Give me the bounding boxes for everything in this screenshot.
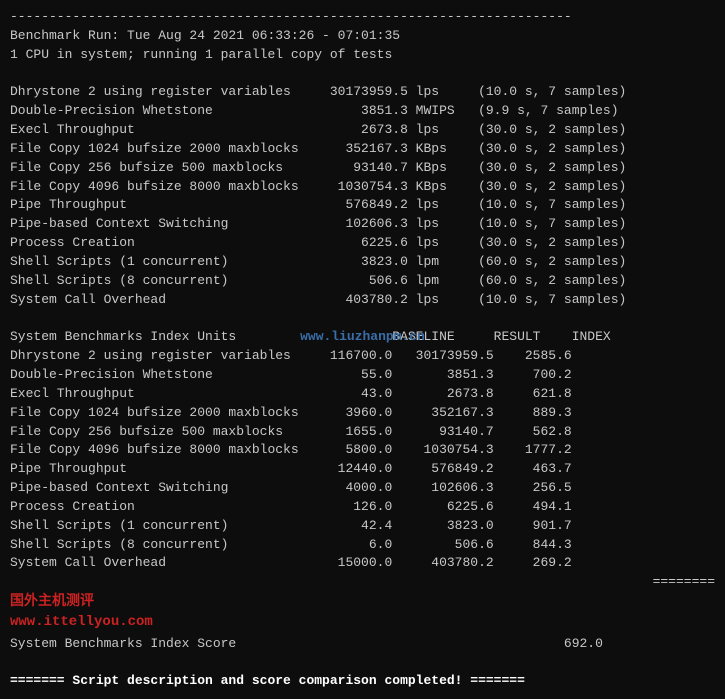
index-result-row: Execl Throughput 43.0 2673.8 621.8 bbox=[10, 385, 715, 404]
index-result-row: File Copy 1024 bufsize 2000 maxblocks 39… bbox=[10, 404, 715, 423]
index-result-row: Shell Scripts (8 concurrent) 6.0 506.6 8… bbox=[10, 536, 715, 555]
index-result-row: Process Creation 126.0 6225.6 494.1 bbox=[10, 498, 715, 517]
index-header: System Benchmarks Index Units BASELINE R… bbox=[10, 328, 715, 347]
index-results: Dhrystone 2 using register variables 116… bbox=[10, 347, 715, 573]
raw-result-row: Dhrystone 2 using register variables 301… bbox=[10, 83, 715, 102]
raw-result-row: Double-Precision Whetstone 3851.3 MWIPS … bbox=[10, 102, 715, 121]
footer: ======= Script description and score com… bbox=[10, 672, 715, 691]
raw-result-row: Pipe Throughput 576849.2 lps (10.0 s, 7 … bbox=[10, 196, 715, 215]
raw-result-row: Process Creation 6225.6 lps (30.0 s, 2 s… bbox=[10, 234, 715, 253]
cpu-info: 1 CPU in system; running 1 parallel copy… bbox=[10, 46, 715, 65]
index-result-row: System Call Overhead 15000.0 403780.2 26… bbox=[10, 554, 715, 573]
index-header-line: System Benchmarks Index Units BASELINE R… bbox=[10, 328, 715, 347]
separator-top: ----------------------------------------… bbox=[10, 8, 715, 27]
index-result-row: Dhrystone 2 using register variables 116… bbox=[10, 347, 715, 366]
equal-signs: ======== bbox=[10, 573, 715, 592]
watermark2: 国外主机测评 bbox=[10, 592, 153, 612]
index-result-row: File Copy 256 bufsize 500 maxblocks 1655… bbox=[10, 423, 715, 442]
index-result-row: Shell Scripts (1 concurrent) 42.4 3823.0… bbox=[10, 517, 715, 536]
raw-result-row: System Call Overhead 403780.2 lps (10.0 … bbox=[10, 291, 715, 310]
terminal-output: ----------------------------------------… bbox=[10, 8, 715, 691]
raw-results: Dhrystone 2 using register variables 301… bbox=[10, 83, 715, 309]
raw-result-row: File Copy 256 bufsize 500 maxblocks 9314… bbox=[10, 159, 715, 178]
raw-result-row: File Copy 1024 bufsize 2000 maxblocks 35… bbox=[10, 140, 715, 159]
index-section: System Benchmarks Index Units BASELINE R… bbox=[10, 328, 715, 573]
score-line: System Benchmarks Index Score 692.0 bbox=[10, 635, 715, 654]
index-result-row: Pipe Throughput 12440.0 576849.2 463.7 bbox=[10, 460, 715, 479]
score-row-line: System Benchmarks Index Score 692.0 bbox=[10, 635, 715, 654]
index-result-row: Double-Precision Whetstone 55.0 3851.3 7… bbox=[10, 366, 715, 385]
watermark3: www.ittellyou.com bbox=[10, 612, 153, 632]
benchmark-run: Benchmark Run: Tue Aug 24 2021 06:33:26 … bbox=[10, 27, 715, 46]
raw-result-row: File Copy 4096 bufsize 8000 maxblocks 10… bbox=[10, 178, 715, 197]
raw-result-row: Shell Scripts (1 concurrent) 3823.0 lpm … bbox=[10, 253, 715, 272]
raw-result-row: Pipe-based Context Switching 102606.3 lp… bbox=[10, 215, 715, 234]
score-section: 国外主机测评 www.ittellyou.com bbox=[10, 592, 715, 633]
index-result-row: File Copy 4096 bufsize 8000 maxblocks 58… bbox=[10, 441, 715, 460]
index-result-row: Pipe-based Context Switching 4000.0 1026… bbox=[10, 479, 715, 498]
raw-result-row: Execl Throughput 2673.8 lps (30.0 s, 2 s… bbox=[10, 121, 715, 140]
raw-result-row: Shell Scripts (8 concurrent) 506.6 lpm (… bbox=[10, 272, 715, 291]
